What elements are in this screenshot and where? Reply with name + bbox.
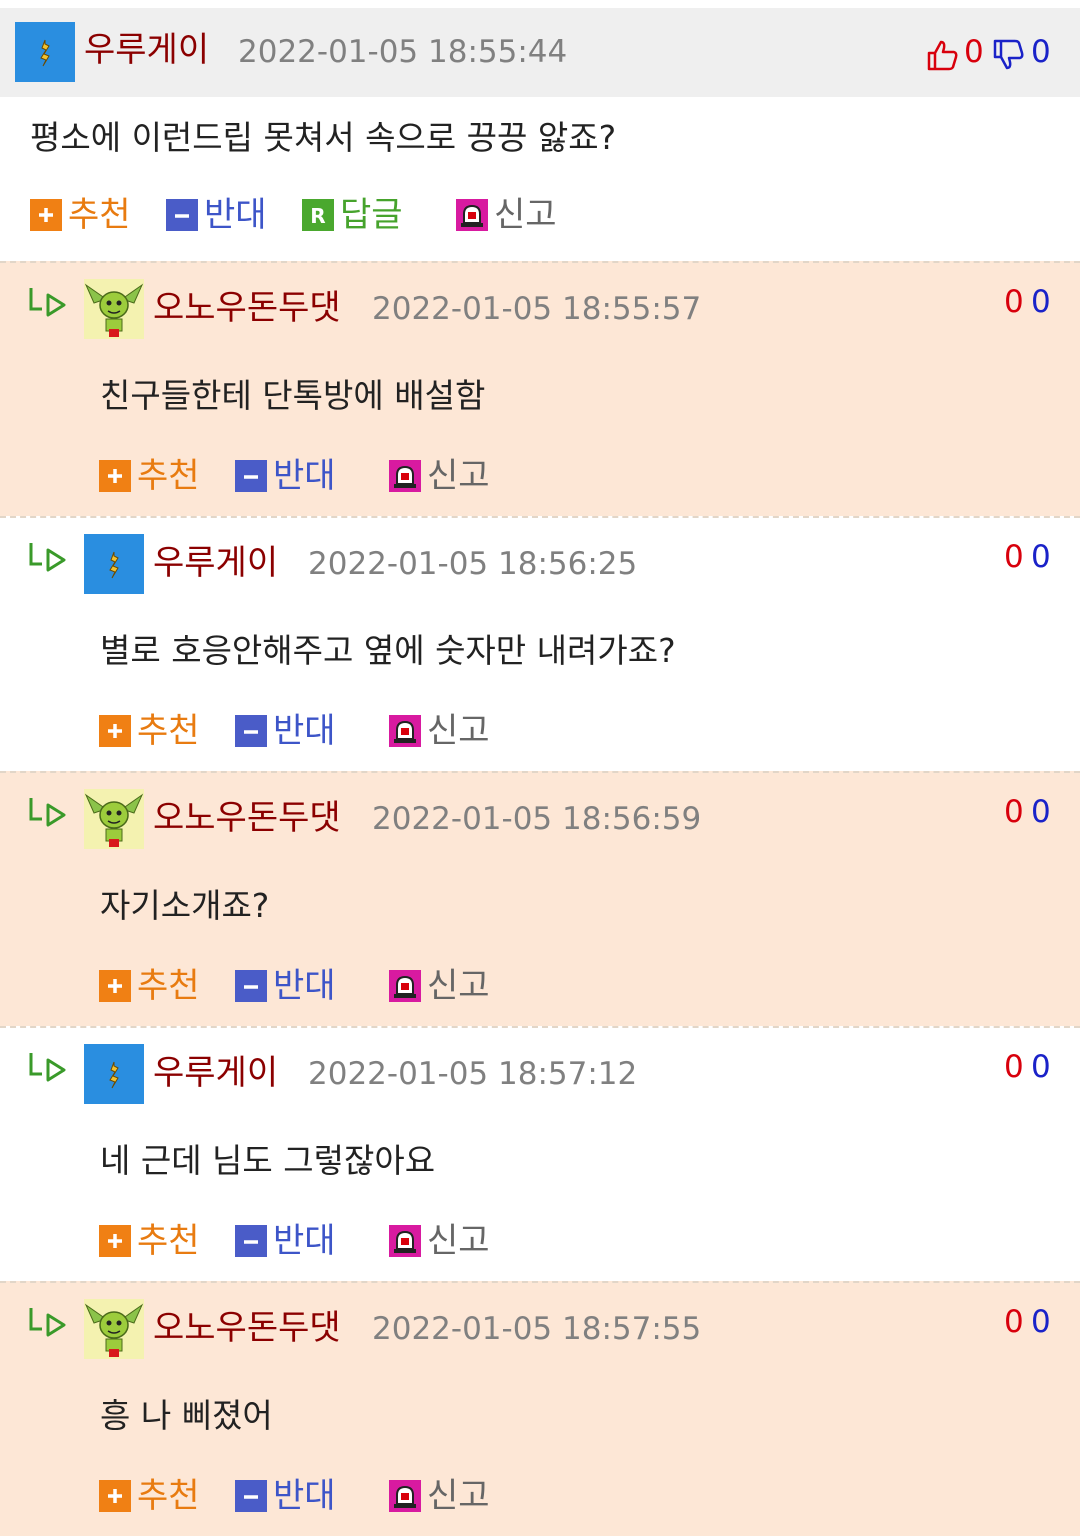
author-nick[interactable]: 오노우돈두댓 [153,801,341,835]
comment-content: 자기소개죠? [100,886,270,925]
reply-button[interactable]: R 답글 [302,198,403,232]
report-button[interactable]: 신고 [389,459,490,493]
comment-content: 평소에 이런드립 못쳐서 속으로 끙끙 앓죠? [30,118,617,157]
thumbs-up-icon[interactable] [926,38,960,76]
comment-time: 2022-01-05 18:56:59 [372,801,702,837]
minus-icon [235,1225,267,1257]
creature-icon [109,551,119,579]
report-button[interactable]: 신고 [389,1479,490,1513]
comment-time: 2022-01-05 18:57:55 [372,1311,702,1347]
siren-icon [389,715,421,747]
author-nick[interactable]: 우루게이 [153,1056,278,1090]
reply-item: 우루게이 2022-01-05 18:56:25 0 0 별로 호응안해주고 옆… [0,516,1080,771]
reply-item: 오노우돈두댓 2022-01-05 18:55:57 0 0 친구들한테 단톡방… [0,261,1080,516]
comment-time: 2022-01-05 18:55:57 [372,291,702,327]
comment-body: 평소에 이런드립 못쳐서 속으로 끙끙 앓죠? 추천 반대 R 답글 신고 [0,97,1080,260]
down-count: 0 [1031,1304,1051,1340]
down-count: 0 [1031,539,1051,575]
comment-time: 2022-01-05 18:56:25 [308,546,638,582]
recommend-button[interactable]: 추천 [99,459,200,493]
up-count: 0 [1004,1049,1024,1085]
siren-icon [389,1225,421,1257]
author-nick[interactable]: 우루게이 [84,33,209,67]
comment-time: 2022-01-05 18:55:44 [238,34,568,70]
up-count: 0 [964,34,984,70]
plus-icon [99,1480,131,1512]
creature-icon [109,1061,119,1089]
avatar[interactable] [84,789,144,849]
down-count: 0 [1031,1049,1051,1085]
reply-arrow-icon [28,1305,68,1343]
siren-icon [456,199,488,231]
plus-icon [99,970,131,1002]
report-button[interactable]: 신고 [389,969,490,1003]
reply-arrow-icon [28,795,68,833]
report-button[interactable]: 신고 [389,1224,490,1258]
plus-icon [99,1225,131,1257]
reply-icon: R [302,199,334,231]
recommend-button[interactable]: 추천 [30,198,131,232]
goblin-icon [84,1303,144,1357]
comment-time: 2022-01-05 18:57:12 [308,1056,638,1092]
oppose-button[interactable]: 반대 [235,459,336,493]
author-nick[interactable]: 오노우돈두댓 [153,291,341,325]
down-count: 0 [1031,284,1051,320]
reply-item: 오노우돈두댓 2022-01-05 18:57:55 0 0 흥 나 삐졌어 추… [0,1281,1080,1536]
oppose-button[interactable]: 반대 [235,714,336,748]
comment-content: 네 근데 님도 그렇잖아요 [100,1141,436,1180]
oppose-button[interactable]: 반대 [235,1479,336,1513]
oppose-button[interactable]: 반대 [235,969,336,1003]
oppose-button[interactable]: 반대 [235,1224,336,1258]
reply-item: 우루게이 2022-01-05 18:57:12 0 0 네 근데 님도 그렇잖… [0,1026,1080,1281]
goblin-icon [84,793,144,847]
plus-icon [30,199,62,231]
siren-icon [389,460,421,492]
reply-arrow-icon [28,1050,68,1088]
down-count: 0 [1031,794,1051,830]
comment-header: 우루게이 2022-01-05 18:55:44 0 0 [0,8,1080,97]
avatar[interactable] [84,279,144,339]
up-count: 0 [1004,1304,1024,1340]
minus-icon [166,199,198,231]
avatar[interactable] [84,534,144,594]
siren-icon [389,970,421,1002]
minus-icon [235,715,267,747]
thumbs-down-icon[interactable] [992,38,1026,76]
avatar[interactable] [84,1299,144,1359]
recommend-button[interactable]: 추천 [99,969,200,1003]
avatar[interactable] [15,22,75,82]
reply-item: 오노우돈두댓 2022-01-05 18:56:59 0 0 자기소개죠? 추천… [0,771,1080,1026]
plus-icon [99,715,131,747]
recommend-button[interactable]: 추천 [99,1479,200,1513]
comment-content: 친구들한테 단톡방에 배설함 [100,376,486,415]
author-nick[interactable]: 우루게이 [153,546,278,580]
siren-icon [389,1480,421,1512]
recommend-button[interactable]: 추천 [99,714,200,748]
minus-icon [235,1480,267,1512]
reply-arrow-icon [28,540,68,578]
minus-icon [235,970,267,1002]
up-count: 0 [1004,794,1024,830]
down-count: 0 [1031,34,1051,70]
minus-icon [235,460,267,492]
comment-content: 흥 나 삐졌어 [100,1396,273,1435]
goblin-icon [84,283,144,337]
author-nick[interactable]: 오노우돈두댓 [153,1311,341,1345]
plus-icon [99,460,131,492]
report-button[interactable]: 신고 [389,714,490,748]
creature-icon [40,39,50,67]
oppose-button[interactable]: 반대 [166,198,267,232]
up-count: 0 [1004,539,1024,575]
svg-text:R: R [310,204,325,228]
recommend-button[interactable]: 추천 [99,1224,200,1258]
up-count: 0 [1004,284,1024,320]
comment-content: 별로 호응안해주고 옆에 숫자만 내려가죠? [100,631,676,670]
avatar[interactable] [84,1044,144,1104]
reply-arrow-icon [28,285,68,323]
report-button[interactable]: 신고 [456,198,557,232]
